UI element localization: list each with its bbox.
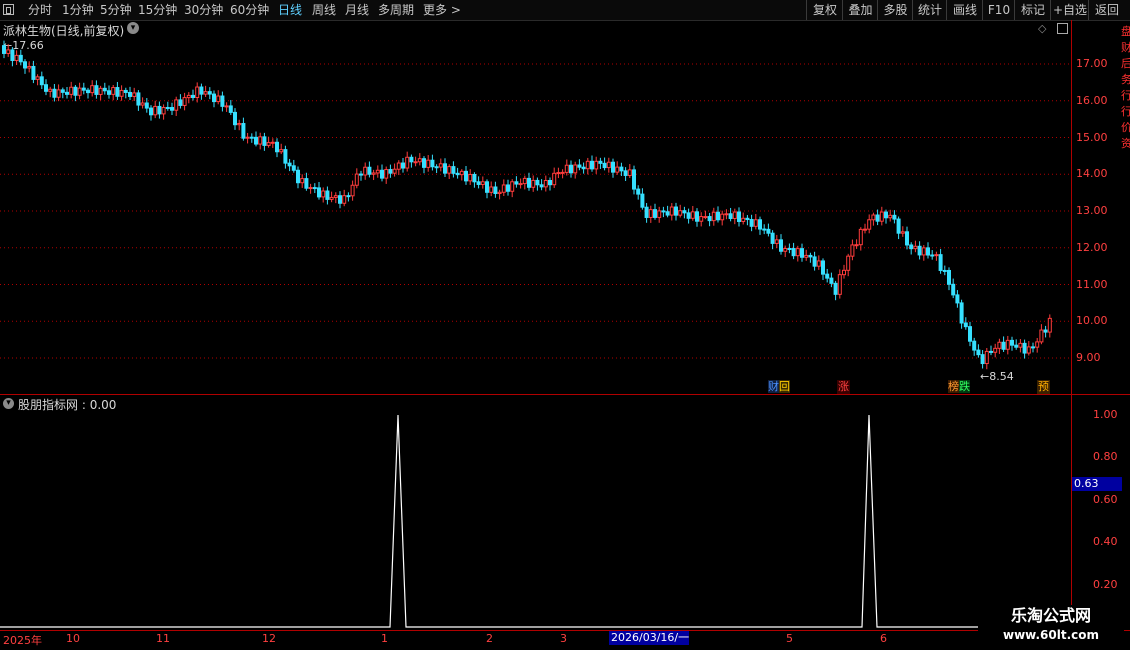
indicator-tick: 0.20	[1093, 577, 1118, 591]
time-label-3: 3	[560, 632, 567, 645]
indicator-tick: 0.40	[1093, 535, 1118, 549]
price-tick: 14.00	[1076, 167, 1108, 181]
time-label-10: 10	[66, 632, 80, 645]
time-label-6: 6	[880, 632, 887, 645]
price-tick: 16.00	[1076, 93, 1108, 107]
price-tick: 12.00	[1076, 240, 1108, 254]
indicator-tick: 0.80	[1093, 450, 1118, 464]
price-tick: 10.00	[1076, 314, 1108, 328]
watermark: 乐淘公式网 www.60lt.com	[978, 605, 1124, 648]
time-label-2: 2	[486, 632, 493, 645]
price-axis-border	[1071, 20, 1072, 632]
indicator-current-value: 0.63	[1072, 477, 1122, 491]
right-side-tabs[interactable]: 盘 财 后 务 行 行 价 资	[1121, 24, 1130, 394]
indicator-chart[interactable]	[0, 0, 1071, 650]
price-tick: 17.00	[1076, 57, 1108, 70]
time-label-12: 12	[262, 632, 276, 645]
indicator-tick: 0.60	[1093, 492, 1118, 506]
watermark-url: www.60lt.com	[1002, 628, 1100, 642]
price-tick: 9.00	[1076, 351, 1101, 364]
price-tick: 11.00	[1076, 277, 1108, 291]
price-tick: 13.00	[1076, 204, 1108, 217]
indicator-tick: 1.00	[1093, 408, 1118, 421]
time-cursor-date: 2026/03/16/一	[609, 631, 690, 645]
time-label-1: 1	[381, 632, 388, 645]
time-label-5: 5	[786, 632, 793, 645]
watermark-title: 乐淘公式网	[1010, 606, 1091, 625]
time-label-2025: 2025年	[3, 634, 42, 647]
price-tick: 15.00	[1076, 130, 1108, 144]
time-label-11: 11	[156, 632, 170, 645]
indicator-line	[0, 414, 980, 628]
back-button[interactable]: 返回	[1088, 0, 1125, 20]
